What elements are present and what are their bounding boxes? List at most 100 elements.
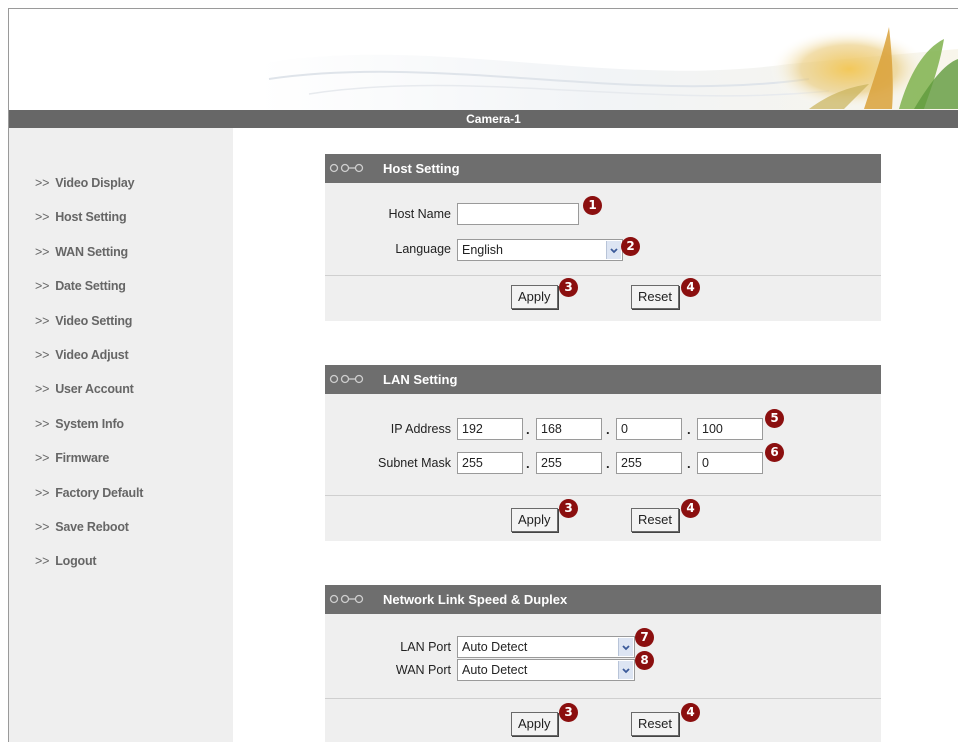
ip-octet-1-input[interactable]: [457, 418, 523, 440]
arrow-icon: >>: [35, 451, 50, 466]
octet-separator: .: [606, 422, 610, 437]
apply-button[interactable]: Apply: [511, 712, 558, 736]
network-link-header: Network Link Speed & Duplex: [325, 585, 881, 614]
octet-separator: .: [606, 456, 610, 471]
octet-separator: .: [526, 456, 530, 471]
arrow-icon: >>: [35, 313, 50, 328]
chevron-down-icon[interactable]: [606, 241, 621, 259]
lan-setting-header: LAN Setting: [325, 365, 881, 394]
sidebar-item-factory-default[interactable]: >> Factory Default: [35, 483, 143, 517]
mask-octet-1-input[interactable]: [457, 452, 523, 474]
lan-port-select[interactable]: Auto Detect: [457, 636, 635, 658]
callout-badge: 3: [559, 703, 578, 722]
apply-button[interactable]: Apply: [511, 285, 558, 309]
panel-title: LAN Setting: [383, 372, 458, 387]
sidebar-item-label: WAN Setting: [55, 244, 128, 259]
sidebar-item-date-setting[interactable]: >> Date Setting: [35, 276, 143, 310]
arrow-icon: >>: [35, 347, 50, 362]
sidebar-item-label: Factory Default: [55, 485, 144, 500]
sidebar-item-label: User Account: [55, 382, 134, 397]
mask-octet-2-input[interactable]: [536, 452, 602, 474]
callout-badge: 6: [765, 443, 784, 462]
octet-separator: .: [526, 422, 530, 437]
sidebar-item-label: Firmware: [55, 451, 110, 466]
chevron-down-icon[interactable]: [618, 638, 633, 656]
ip-octet-2-input[interactable]: [536, 418, 602, 440]
arrow-icon: >>: [35, 382, 50, 397]
host-setting-header: Host Setting: [325, 154, 881, 183]
sidebar-item-wan-setting[interactable]: >> WAN Setting: [35, 242, 143, 276]
apply-button[interactable]: Apply: [511, 508, 558, 532]
sidebar-item-video-setting[interactable]: >> Video Setting: [35, 311, 143, 345]
sidebar-item-save-reboot[interactable]: >> Save Reboot: [35, 517, 143, 551]
callout-badge: 8: [635, 651, 654, 670]
sidebar-item-label: System Info: [55, 416, 124, 431]
lan-setting-body: IP Address . . . 5 Subnet Mask . . . 6: [325, 394, 881, 495]
sidebar-menu: >> Video Display >> Host Setting >> WAN Set…: [35, 173, 143, 586]
sidebar-item-video-display[interactable]: >> Video Display: [35, 173, 143, 207]
callout-badge: 3: [559, 278, 578, 297]
language-select[interactable]: English: [457, 239, 623, 261]
lan-port-label: LAN Port: [400, 640, 451, 654]
network-link-actions: Apply 3 Reset 4: [325, 698, 881, 742]
language-value: English: [462, 243, 503, 257]
sidebar: >> Video Display >> Host Setting >> WAN Set…: [9, 128, 233, 742]
sidebar-item-firmware[interactable]: >> Firmware: [35, 448, 143, 482]
panel-title: Network Link Speed & Duplex: [383, 592, 568, 607]
arrow-icon: >>: [35, 279, 50, 294]
app-frame: Camera-1 >> Video Display >> Host Setting …: [8, 8, 958, 742]
sidebar-item-label: Save Reboot: [55, 519, 129, 534]
host-name-label: Host Name: [388, 207, 451, 221]
sidebar-item-label: Video Setting: [55, 313, 133, 328]
chain-icon: [329, 163, 364, 173]
language-label: Language: [395, 242, 451, 256]
sidebar-item-video-adjust[interactable]: >> Video Adjust: [35, 345, 143, 379]
chevron-down-icon[interactable]: [618, 661, 633, 679]
sidebar-item-user-account[interactable]: >> User Account: [35, 379, 143, 413]
wan-port-row: WAN Port: [325, 659, 451, 683]
ip-octet-4-input[interactable]: [697, 418, 763, 440]
callout-badge: 5: [765, 409, 784, 428]
callout-badge: 2: [621, 237, 640, 256]
sidebar-item-host-setting[interactable]: >> Host Setting: [35, 207, 143, 241]
host-setting-panel: Host Setting Host Name 1 Language Englis…: [325, 154, 881, 321]
host-setting-body: Host Name 1 Language English 2: [325, 183, 881, 275]
reset-button[interactable]: Reset: [631, 508, 679, 532]
subnet-mask-row: Subnet Mask: [325, 452, 451, 476]
sidebar-item-system-info[interactable]: >> System Info: [35, 414, 143, 448]
callout-badge: 1: [583, 196, 602, 215]
wan-port-select[interactable]: Auto Detect: [457, 659, 635, 681]
chain-icon: [329, 594, 364, 604]
page-title-bar: Camera-1: [9, 110, 958, 128]
header-banner: [9, 9, 958, 110]
network-link-panel: Network Link Speed & Duplex LAN Port Aut…: [325, 585, 881, 742]
host-name-row: Host Name: [325, 203, 451, 227]
lan-setting-actions: Apply 3 Reset 4: [325, 495, 881, 541]
mask-octet-4-input[interactable]: [697, 452, 763, 474]
arrow-icon: >>: [35, 176, 50, 190]
host-name-input[interactable]: [457, 203, 579, 225]
wan-port-label: WAN Port: [395, 663, 451, 677]
arrow-icon: >>: [35, 416, 50, 431]
callout-badge: 4: [681, 499, 700, 518]
sidebar-item-label: Video Adjust: [55, 347, 129, 362]
ip-address-row: IP Address: [325, 418, 451, 442]
octet-separator: .: [687, 422, 691, 437]
callout-badge: 7: [635, 628, 654, 647]
arrow-icon: >>: [35, 554, 50, 569]
language-row: Language: [325, 238, 451, 262]
sidebar-item-label: Date Setting: [55, 279, 126, 294]
arrow-icon: >>: [35, 519, 50, 534]
callout-badge: 3: [559, 499, 578, 518]
reset-button[interactable]: Reset: [631, 285, 679, 309]
subnet-mask-label: Subnet Mask: [378, 456, 451, 470]
chain-icon: [329, 374, 364, 384]
reset-button[interactable]: Reset: [631, 712, 679, 736]
network-link-body: LAN Port Auto Detect 7 WAN Port Auto Det…: [325, 614, 881, 698]
lan-port-row: LAN Port: [325, 636, 451, 660]
callout-badge: 4: [681, 703, 700, 722]
mask-octet-3-input[interactable]: [616, 452, 682, 474]
ip-octet-3-input[interactable]: [616, 418, 682, 440]
sidebar-item-label: Host Setting: [55, 210, 127, 225]
sidebar-item-logout[interactable]: >> Logout: [35, 551, 143, 585]
